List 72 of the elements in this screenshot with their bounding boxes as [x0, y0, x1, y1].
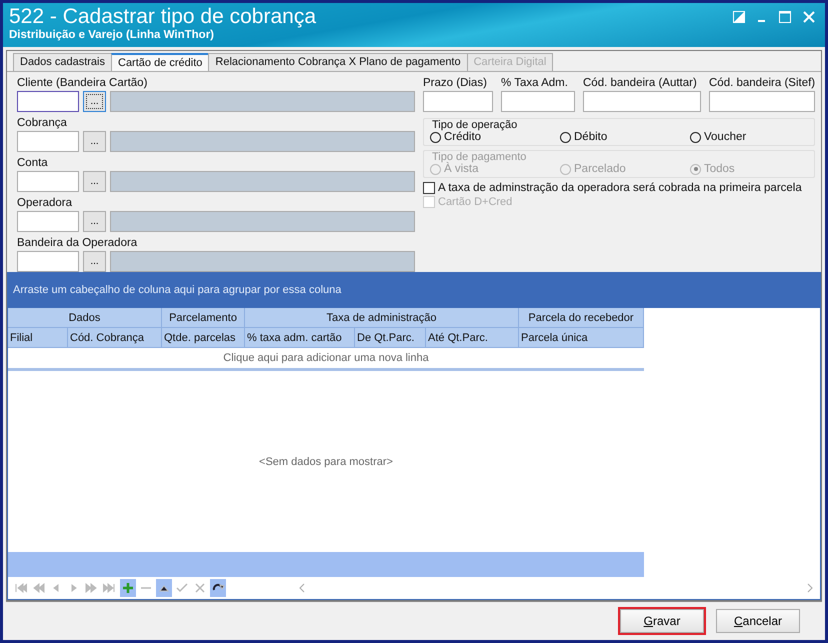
input-field[interactable]	[583, 91, 701, 112]
column-header[interactable]: Filial	[8, 328, 68, 348]
band-header[interactable]: Parcelamento	[162, 308, 245, 328]
band-header[interactable]: Parcela do recebedor	[519, 308, 644, 328]
field-label: Operadora	[17, 196, 73, 211]
column-header[interactable]: Qtde. parcelas	[162, 328, 245, 348]
cross-icon	[193, 581, 207, 595]
input-field[interactable]	[709, 91, 815, 112]
radio-label: À vista	[444, 163, 479, 175]
field-label: Prazo (Dias)	[423, 76, 488, 91]
input-field[interactable]	[17, 251, 79, 272]
scroll-right-icon[interactable]	[806, 583, 814, 593]
lookup-button[interactable]: ...	[83, 91, 106, 112]
field-label: % Taxa Adm.	[501, 76, 569, 91]
radio-button[interactable]	[430, 132, 441, 142]
tab[interactable]: Cartão de crédito	[111, 53, 210, 71]
input-field[interactable]	[17, 131, 79, 152]
checkbox-label: Cartão D+Cred	[438, 196, 512, 208]
lookup-button[interactable]: ...	[83, 251, 106, 272]
checkbox[interactable]	[423, 182, 435, 194]
close-icon[interactable]	[803, 11, 815, 23]
group-panel-text: Arraste um cabeçalho de coluna aqui para agrupar por essa coluna	[13, 284, 342, 296]
checkmark-icon	[175, 581, 189, 595]
band-header[interactable]: Dados	[8, 308, 162, 328]
band-header[interactable]: Taxa de administração	[245, 308, 519, 328]
column-header[interactable]: Parcela única	[519, 328, 644, 348]
navigator-button[interactable]	[210, 579, 226, 597]
column-header[interactable]: Até Qt.Parc.	[426, 328, 519, 348]
column-header[interactable]: Cód. Cobrança	[68, 328, 162, 348]
restore-icon[interactable]	[733, 11, 745, 23]
tab[interactable]: Relacionamento Cobrança X Plano de pagamento	[208, 53, 468, 71]
lookup-button[interactable]: ...	[83, 171, 106, 192]
field-label: Conta	[17, 156, 49, 171]
tab[interactable]: Dados cadastrais	[13, 53, 112, 71]
radio-button[interactable]	[560, 132, 571, 142]
checkbox-label: A taxa de adminstração da operadora será cobrada na primeira parcela	[438, 182, 802, 194]
last-icon	[103, 581, 117, 595]
input-field[interactable]	[423, 91, 493, 112]
column-header[interactable]: De Qt.Parc.	[355, 328, 426, 348]
group-title: Tipo de pagamento	[432, 151, 528, 163]
lookup-button[interactable]: ...	[83, 131, 106, 152]
field-label: Cód. bandeira (Sitef)	[709, 76, 815, 91]
navigator-button[interactable]	[156, 579, 172, 597]
window-subtitle: Distribuição e Varejo (Linha WinThor)	[9, 29, 216, 41]
new-row[interactable]: Clique aqui para adicionar uma nova linha	[8, 348, 644, 368]
group-title: Tipo de operação	[432, 119, 518, 131]
input-field[interactable]	[17, 91, 79, 112]
input-field[interactable]	[17, 171, 79, 192]
double-right-icon	[85, 581, 99, 595]
scroll-left-icon[interactable]	[298, 583, 306, 593]
field-label: Cobrança	[17, 116, 68, 131]
field-label: Cliente (Bandeira Cartão)	[17, 76, 148, 91]
radio-button[interactable]	[690, 132, 701, 142]
empty-message: <Sem dados para mostrar>	[259, 456, 393, 468]
lookup-button[interactable]: ...	[83, 211, 106, 232]
double-left-icon	[31, 581, 45, 595]
radio-label: Parcelado	[574, 163, 626, 175]
window-title: 522 - Cadastrar tipo de cobrança	[9, 5, 316, 29]
field-label: Cód. bandeira (Auttar)	[583, 76, 698, 91]
column-header[interactable]: % taxa adm. cartão	[245, 328, 355, 348]
maximize-icon[interactable]	[779, 11, 791, 23]
radio-label: Voucher	[704, 131, 746, 143]
dialog-button[interactable]: Cancelar	[716, 609, 800, 633]
radio-label: Todos	[704, 163, 735, 175]
first-icon	[13, 581, 27, 595]
radio-label: Crédito	[444, 131, 482, 143]
input-field[interactable]	[501, 91, 575, 112]
field-label: Bandeira da Operadora	[17, 236, 138, 251]
radio-label: Débito	[574, 131, 608, 143]
input-field[interactable]	[17, 211, 79, 232]
dialog-button[interactable]: Gravar	[620, 609, 704, 633]
plus-icon	[121, 581, 135, 595]
